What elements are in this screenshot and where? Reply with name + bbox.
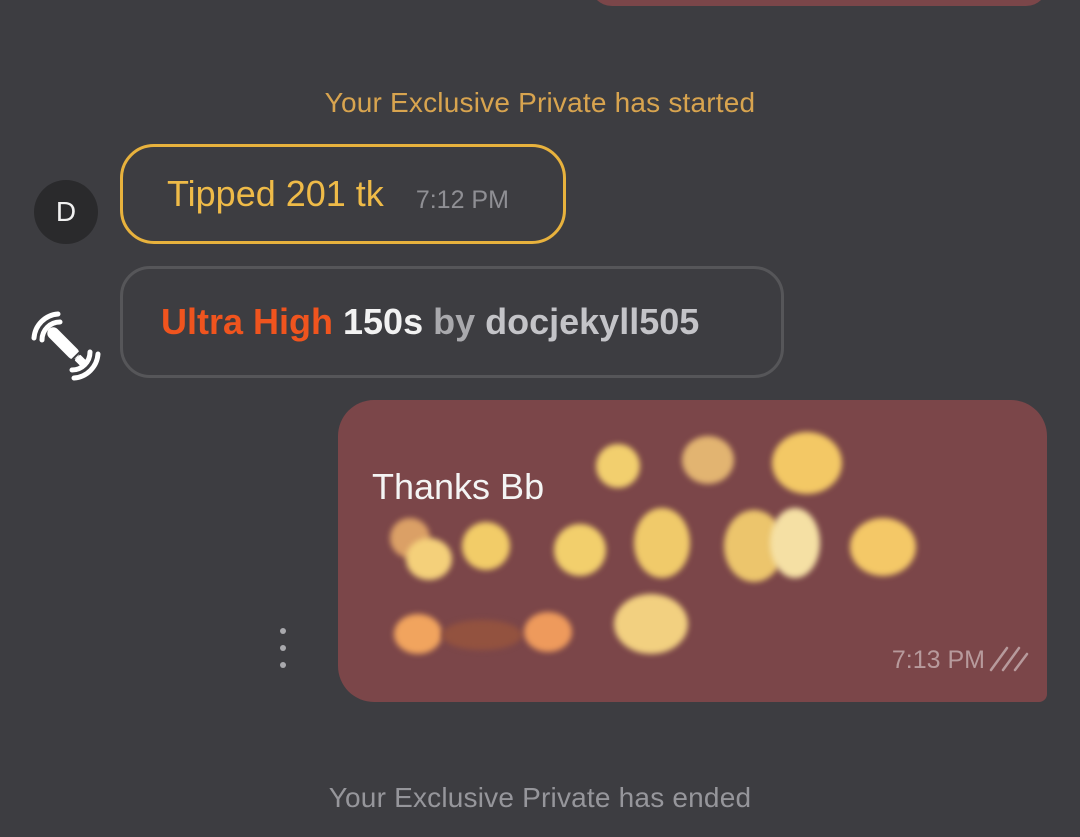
tip-message-time: 7:12 PM bbox=[415, 185, 509, 214]
toy-activation-message: Ultra High 150s by docjekyll505 bbox=[120, 266, 784, 378]
private-ended-notice: Your Exclusive Private has ended bbox=[328, 782, 752, 813]
outgoing-message-text: Thanks Bb bbox=[372, 466, 545, 507]
vibration-duration: 150s bbox=[343, 301, 424, 342]
tip-message-bubble[interactable]: Tipped 201 tk 7:12 PM bbox=[120, 144, 566, 244]
tipper-username[interactable]: docjekyll505 bbox=[485, 301, 699, 343]
tip-message-text: Tipped 201 tk bbox=[167, 173, 384, 214]
by-label: by bbox=[433, 301, 476, 342]
avatar-initial: D bbox=[55, 196, 77, 227]
vibration-level: Ultra High bbox=[161, 301, 334, 342]
double-check-icon bbox=[989, 646, 1029, 672]
vibrator-icon bbox=[31, 311, 101, 381]
outgoing-message-time: 7:13 PM bbox=[891, 646, 985, 674]
previous-message-bubble-edge bbox=[590, 0, 1048, 6]
more-vertical-icon[interactable] bbox=[266, 628, 300, 668]
avatar[interactable]: D bbox=[34, 180, 98, 244]
outgoing-message-bubble[interactable]: Thanks Bb 7:13 PM bbox=[338, 400, 1047, 702]
private-started-notice: Your Exclusive Private has started bbox=[324, 87, 756, 118]
